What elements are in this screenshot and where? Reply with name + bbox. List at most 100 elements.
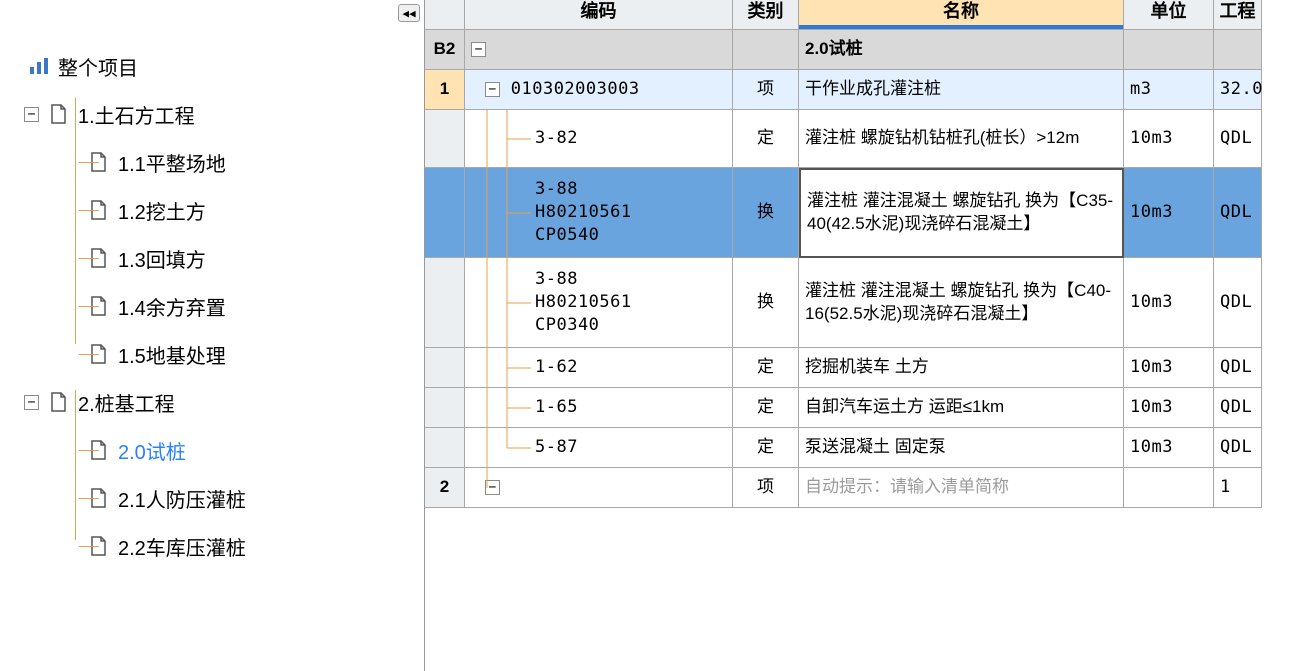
code-text: 3-82 [535, 127, 578, 150]
rownum-cell[interactable] [425, 388, 465, 428]
kind-cell[interactable]: 定 [733, 348, 799, 388]
code-cell[interactable]: 3-88 H80210561 CP0340 [465, 258, 733, 348]
unit-cell[interactable]: 10m3 [1124, 428, 1214, 468]
kind-cell[interactable]: 项 [733, 468, 799, 508]
tree-group-2[interactable]: − 2.桩基工程 [4, 378, 424, 426]
eng-cell[interactable]: QDL [1214, 258, 1262, 348]
col-header-code[interactable]: 编码 [465, 0, 733, 30]
row-toggle[interactable]: − [485, 480, 500, 495]
code-cell[interactable]: − [465, 468, 733, 508]
tree-item-1-2[interactable]: 1.2挖土方 [4, 186, 424, 234]
name-cell[interactable]: 干作业成孔灌注桩 [799, 70, 1124, 110]
name-cell[interactable]: 泵送混凝土 固定泵 [799, 428, 1124, 468]
tree-group-1-label: 1.土石方工程 [78, 100, 195, 129]
unit-cell[interactable] [1124, 468, 1214, 508]
tree-item-label: 2.0试桩 [118, 436, 186, 465]
tree-root[interactable]: 整个项目 [4, 42, 424, 90]
rownum-cell[interactable]: B2 [425, 30, 465, 70]
kind-cell[interactable]: 换 [733, 258, 799, 348]
tree-item-2-0[interactable]: 2.0试桩 [4, 426, 424, 474]
tree-item-1-5[interactable]: 1.5地基处理 [4, 330, 424, 378]
code-text: 3-88 H80210561 CP0540 [535, 178, 632, 247]
rownum-cell[interactable] [425, 428, 465, 468]
rownum-cell[interactable]: 2 [425, 468, 465, 508]
tree-item-2-2[interactable]: 2.2车库压灌桩 [4, 522, 424, 570]
code-text: 1-62 [535, 356, 578, 379]
code-cell[interactable]: 1-65 [465, 388, 733, 428]
unit-cell[interactable]: 10m3 [1124, 168, 1214, 258]
sidebar-collapse-button[interactable]: ◀◀ [398, 4, 420, 22]
kind-cell[interactable] [733, 30, 799, 70]
code-text: 5-87 [535, 436, 578, 459]
tree-item-label: 1.3回填方 [118, 244, 206, 273]
project-icon [29, 56, 49, 76]
eng-cell[interactable] [1214, 30, 1262, 70]
eng-cell[interactable]: 1 [1214, 468, 1262, 508]
unit-cell[interactable]: m3 [1124, 70, 1214, 110]
rownum-cell[interactable] [425, 110, 465, 168]
tree-item-label: 1.2挖土方 [118, 196, 206, 225]
row-toggle[interactable]: − [485, 82, 500, 97]
name-cell[interactable]: 灌注桩 灌注混凝土 螺旋钻孔 换为【C35-40(42.5水泥)现浇碎石混凝土】 [799, 168, 1124, 258]
eng-cell[interactable]: QDL [1214, 388, 1262, 428]
code-cell[interactable]: − [465, 30, 733, 70]
document-icon [49, 392, 69, 412]
col-header-name[interactable]: 名称 [799, 0, 1124, 30]
unit-cell[interactable]: 10m3 [1124, 388, 1214, 428]
code-cell[interactable]: − 010302003003 [465, 70, 733, 110]
sidebar: ◀◀ 整个项目 − 1.土石方工程 [0, 0, 425, 671]
tree-item-label: 1.1平整场地 [118, 148, 226, 177]
name-cell[interactable]: 2.0试桩 [799, 30, 1124, 70]
eng-cell[interactable]: QDL [1214, 168, 1262, 258]
eng-cell[interactable]: QDL [1214, 110, 1262, 168]
tree-toggle[interactable]: − [24, 107, 39, 122]
tree-toggle[interactable]: − [24, 395, 39, 410]
code-cell[interactable]: 3-82 [465, 110, 733, 168]
name-cell[interactable]: 挖掘机装车 土方 [799, 348, 1124, 388]
code-text: 010302003003 [511, 78, 640, 101]
name-cell[interactable]: 灌注桩 螺旋钻机钻桩孔(桩长）>12m [799, 110, 1124, 168]
eng-cell[interactable]: QDL [1214, 428, 1262, 468]
eng-cell[interactable]: 32.0 [1214, 70, 1262, 110]
kind-cell[interactable]: 定 [733, 110, 799, 168]
kind-cell[interactable]: 换 [733, 168, 799, 258]
name-cell[interactable]: 灌注桩 灌注混凝土 螺旋钻孔 换为【C40-16(52.5水泥)现浇碎石混凝土】 [799, 258, 1124, 348]
unit-cell[interactable]: 10m3 [1124, 348, 1214, 388]
tree-group-2-label: 2.桩基工程 [78, 388, 175, 417]
document-icon [49, 104, 69, 124]
code-cell[interactable]: 1-62 [465, 348, 733, 388]
kind-cell[interactable]: 定 [733, 388, 799, 428]
unit-cell[interactable] [1124, 30, 1214, 70]
code-text: 3-88 H80210561 CP0340 [535, 268, 632, 337]
unit-cell[interactable]: 10m3 [1124, 258, 1214, 348]
kind-cell[interactable]: 定 [733, 428, 799, 468]
tree-item-1-3[interactable]: 1.3回填方 [4, 234, 424, 282]
rownum-cell[interactable]: 1 [425, 70, 465, 110]
eng-cell[interactable]: QDL [1214, 348, 1262, 388]
col-header-kind[interactable]: 类别 [733, 0, 799, 30]
rownum-cell[interactable] [425, 348, 465, 388]
code-cell[interactable]: 5-87 [465, 428, 733, 468]
project-tree: 整个项目 − 1.土石方工程 1.1平整场地 1.2挖土方 [0, 0, 424, 570]
tree-item-label: 2.2车库压灌桩 [118, 532, 246, 561]
code-text: 1-65 [535, 396, 578, 419]
name-cell[interactable]: 自动提示：请输入清单简称 [799, 468, 1124, 508]
tree-item-2-1[interactable]: 2.1人防压灌桩 [4, 474, 424, 522]
tree-item-1-1[interactable]: 1.1平整场地 [4, 138, 424, 186]
placeholder-text: 自动提示：请输入清单简称 [805, 476, 1009, 499]
tree-item-1-4[interactable]: 1.4余方弃置 [4, 282, 424, 330]
col-header-rownum[interactable] [425, 0, 465, 30]
col-header-unit[interactable]: 单位 [1124, 0, 1214, 30]
col-header-eng[interactable]: 工程 [1214, 0, 1262, 30]
tree-item-label: 1.4余方弃置 [118, 292, 226, 321]
unit-cell[interactable]: 10m3 [1124, 110, 1214, 168]
grid: 编码 类别 名称 单位 工程 B2 − 2.0试桩 1 − 0103020030… [425, 0, 1296, 508]
tree-group-1[interactable]: − 1.土石方工程 [4, 90, 424, 138]
kind-cell[interactable]: 项 [733, 70, 799, 110]
code-cell[interactable]: 3-88 H80210561 CP0540 [465, 168, 733, 258]
tree-root-label: 整个项目 [58, 52, 138, 81]
row-toggle[interactable]: − [471, 42, 486, 57]
name-cell[interactable]: 自卸汽车运土方 运距≤1km [799, 388, 1124, 428]
rownum-cell[interactable] [425, 258, 465, 348]
rownum-cell[interactable] [425, 168, 465, 258]
